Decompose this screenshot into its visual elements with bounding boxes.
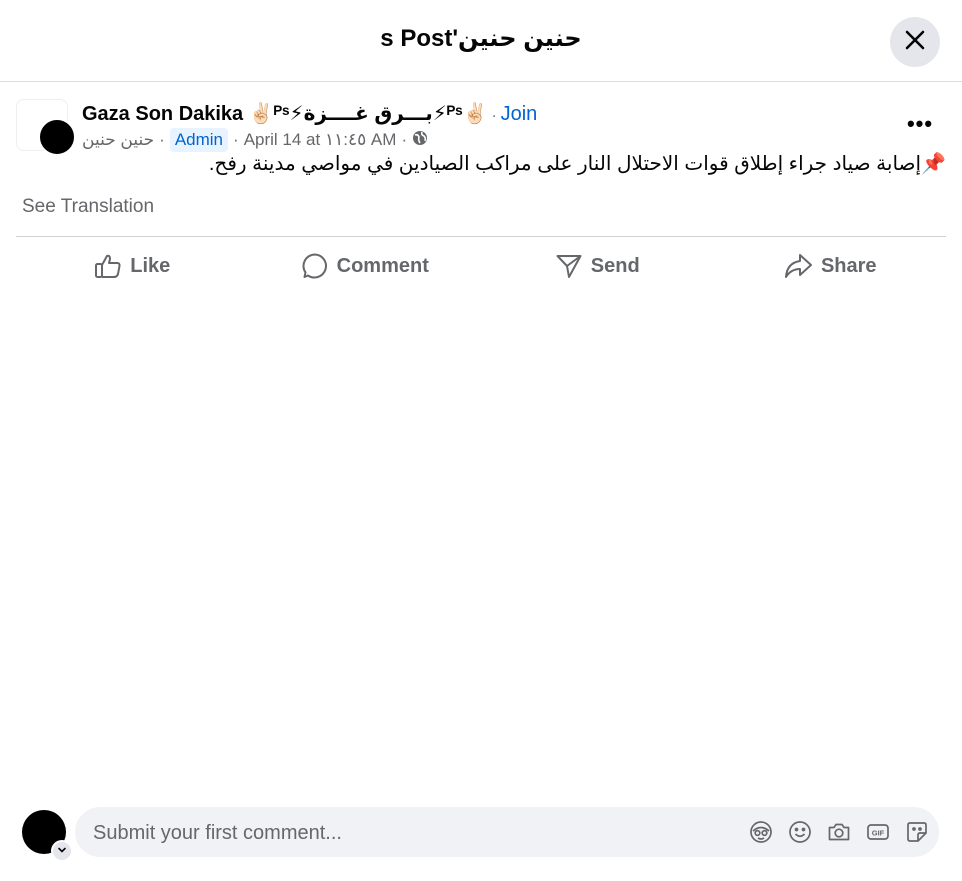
post-body-text: 📌إصابة صياد جراء إطلاق قوات الاحتلال الن…: [208, 153, 946, 175]
like-label: Like: [130, 254, 171, 277]
composer-icons: GIF: [749, 820, 929, 844]
close-button[interactable]: [890, 17, 940, 67]
divider: [16, 236, 946, 237]
emoji-icon[interactable]: [788, 820, 812, 844]
close-icon: [904, 29, 926, 56]
comment-button[interactable]: Comment: [249, 243, 482, 289]
comment-label: Comment: [336, 254, 429, 277]
comment-icon: [301, 252, 329, 280]
author-name-link[interactable]: حنين حنين: [82, 130, 154, 150]
share-button[interactable]: Share: [714, 243, 947, 289]
chevron-down-icon: [57, 842, 67, 860]
separator-dot: ·: [491, 107, 497, 124]
gif-icon[interactable]: GIF: [866, 820, 890, 844]
post-header: Gaza Son Dakika ✌🏻ᴾˢ⚡بـــرق غــــزة⚡ᴾˢ✌🏻…: [16, 99, 946, 159]
separator-dot: ·: [159, 130, 165, 149]
join-link[interactable]: Join: [501, 103, 538, 125]
comment-input[interactable]: [91, 807, 735, 859]
avatar-sticker-icon[interactable]: [749, 820, 773, 844]
comment-box: GIF: [75, 807, 939, 859]
comment-composer: GIF: [0, 800, 962, 870]
profile-switch-button[interactable]: [51, 840, 73, 862]
post-timestamp-link[interactable]: April 14 at ١١:٤٥ AM: [244, 130, 397, 150]
send-button[interactable]: Send: [481, 243, 714, 289]
separator-dot: ·: [401, 130, 408, 149]
camera-icon[interactable]: [827, 820, 851, 844]
dialog-title: حنين حنين's Post: [380, 25, 582, 52]
more-options-button[interactable]: •••: [900, 109, 940, 139]
sticker-icon[interactable]: [905, 820, 929, 844]
like-icon: [94, 252, 122, 280]
svg-text:GIF: GIF: [872, 828, 885, 837]
send-label: Send: [590, 254, 640, 277]
group-name-link[interactable]: Gaza Son Dakika ✌🏻ᴾˢ⚡بـــرق غــــزة⚡ᴾˢ✌🏻: [82, 103, 488, 125]
admin-badge: Admin: [169, 128, 229, 152]
dialog-header: حنين حنين's Post: [0, 0, 962, 82]
globe-icon: [412, 130, 428, 151]
share-label: Share: [820, 254, 877, 277]
post-meta: حنين حنين · Admin · April 14 at ١١:٤٥ AM…: [82, 128, 428, 152]
separator-dot: ·: [233, 130, 239, 149]
see-translation-link[interactable]: See Translation: [22, 196, 154, 218]
like-button[interactable]: Like: [16, 243, 249, 289]
post-title-row: Gaza Son Dakika ✌🏻ᴾˢ⚡بـــرق غــــزة⚡ᴾˢ✌🏻…: [82, 101, 537, 126]
send-icon: [555, 252, 583, 280]
post-action-bar: Like Comment Send Share: [16, 243, 946, 289]
share-icon: [783, 252, 813, 280]
